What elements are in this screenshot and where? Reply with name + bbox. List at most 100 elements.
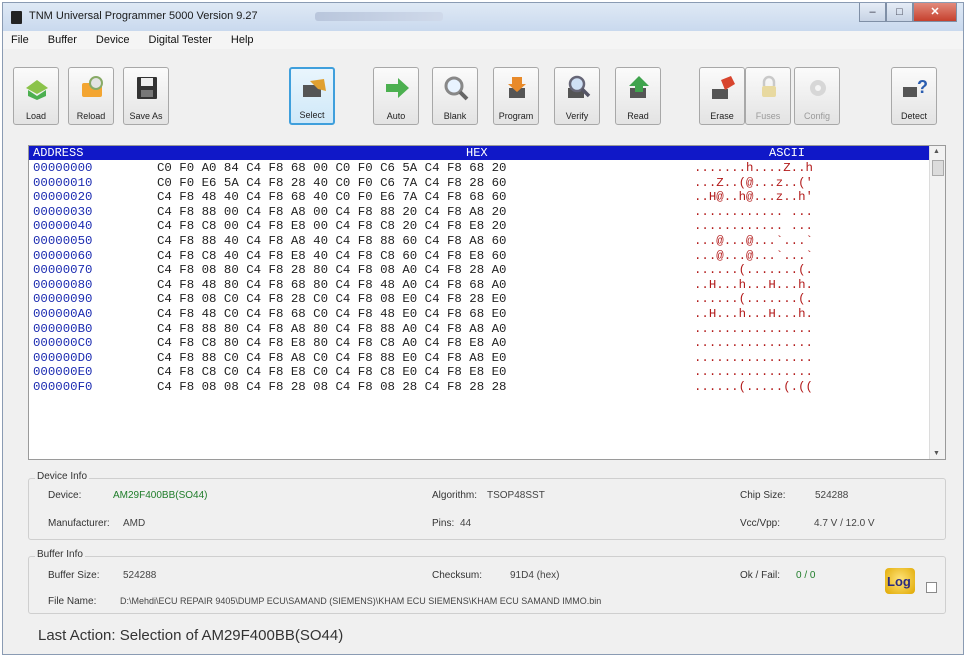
hex-row[interactable]: 00000010 C0 F0 E6 5A C4 F8 28 40 C0 F0 C6… (29, 176, 931, 191)
hex-row-bytes[interactable]: C4 F8 48 40 C4 F8 68 40 C0 F0 E6 7A C4 F… (157, 190, 506, 205)
hex-row-bytes[interactable]: C0 F0 A0 84 C4 F8 68 00 C0 F0 C6 5A C4 F… (157, 161, 506, 176)
vertical-scrollbar[interactable]: ▲ ▼ (929, 146, 945, 459)
close-button[interactable]: ✕ (913, 3, 957, 22)
hex-row-bytes[interactable]: C4 F8 08 08 C4 F8 28 08 C4 F8 08 28 C4 F… (157, 380, 506, 395)
hex-row-ascii[interactable]: ..H...h...H...h. (694, 278, 813, 293)
hex-row[interactable]: 00000050 C4 F8 88 40 C4 F8 A8 40 C4 F8 88… (29, 234, 931, 249)
read-button[interactable]: Read (615, 67, 661, 125)
hex-row-address: 000000B0 (33, 321, 93, 336)
hex-row-bytes[interactable]: C4 F8 C8 00 C4 F8 E8 00 C4 F8 C8 20 C4 F… (157, 219, 506, 234)
save-as-label: Save As (129, 111, 163, 121)
hex-rows: 00000000 C0 F0 A0 84 C4 F8 68 00 C0 F0 C6… (29, 161, 931, 395)
window-title: TNM Universal Programmer 5000 Version 9.… (29, 10, 258, 22)
hex-row-bytes[interactable]: C4 F8 08 80 C4 F8 28 80 C4 F8 08 A0 C4 F… (157, 263, 506, 278)
hex-row[interactable]: 000000D0 C4 F8 88 C0 C4 F8 A8 C0 C4 F8 88… (29, 351, 931, 366)
toolbar: Load Reload Save As Select Auto Blank Pr… (13, 55, 953, 135)
hex-row-ascii[interactable]: ......(.......(. (694, 263, 813, 278)
hex-row[interactable]: 00000040 C4 F8 C8 00 C4 F8 E8 00 C4 F8 C8… (29, 219, 931, 234)
device-value: AM29F400BB(SO44) (113, 490, 208, 501)
scroll-thumb[interactable] (932, 160, 944, 176)
program-label: Program (498, 111, 534, 121)
scroll-down-icon[interactable]: ▼ (933, 450, 940, 457)
hex-row-bytes[interactable]: C4 F8 C8 80 C4 F8 E8 80 C4 F8 C8 A0 C4 F… (157, 336, 506, 351)
detect-button[interactable]: ? Detect (891, 67, 937, 125)
hex-row-ascii[interactable]: ............ ... (694, 219, 813, 234)
last-action-text: Selection of AM29F400BB(SO44) (119, 627, 344, 644)
blank-button[interactable]: Blank (432, 67, 478, 125)
hex-editor[interactable]: ADDRESS HEX ASCII 00000000 C0 F0 A0 84 C4… (28, 145, 946, 460)
hex-row[interactable]: 00000030 C4 F8 88 00 C4 F8 A8 00 C4 F8 88… (29, 205, 931, 220)
config-button[interactable]: Config (794, 67, 840, 125)
load-button[interactable]: Load (13, 67, 59, 125)
erase-label: Erase (710, 111, 734, 121)
detect-icon: ? (903, 77, 928, 97)
pins-value: 44 (460, 518, 472, 529)
address-column-header: ADDRESS (33, 146, 84, 160)
hex-row[interactable]: 00000020 C4 F8 48 40 C4 F8 68 40 C0 F0 E6… (29, 190, 931, 205)
menu-digital-tester[interactable]: Digital Tester (141, 34, 223, 46)
hex-row[interactable]: 000000E0 C4 F8 C8 C0 C4 F8 E8 C0 C4 F8 C8… (29, 365, 931, 380)
hex-row-bytes[interactable]: C4 F8 C8 40 C4 F8 E8 40 C4 F8 C8 60 C4 F… (157, 249, 506, 264)
hex-row-ascii[interactable]: ................ (694, 322, 813, 337)
hex-row-ascii[interactable]: ................ (694, 365, 813, 380)
hex-row[interactable]: 00000060 C4 F8 C8 40 C4 F8 E8 40 C4 F8 C8… (29, 249, 931, 264)
hex-row-ascii[interactable]: ...@...@...`...` (694, 234, 813, 249)
minimize-button[interactable]: – (859, 3, 886, 22)
hex-row-bytes[interactable]: C4 F8 48 C0 C4 F8 68 C0 C4 F8 48 E0 C4 F… (157, 307, 506, 322)
hex-row[interactable]: 000000C0 C4 F8 C8 80 C4 F8 E8 80 C4 F8 C8… (29, 336, 931, 351)
pins-field-label: Pins: (432, 518, 455, 529)
menu-device[interactable]: Device (88, 34, 141, 46)
auto-label: Auto (386, 111, 406, 121)
hex-row-ascii[interactable]: ...Z..(@...z..(' (694, 176, 813, 191)
hex-row-bytes[interactable]: C0 F0 E6 5A C4 F8 28 40 C0 F0 C6 7A C4 F… (157, 176, 506, 191)
hex-row-bytes[interactable]: C4 F8 C8 C0 C4 F8 E8 C0 C4 F8 C8 E0 C4 F… (157, 365, 506, 380)
hex-row-bytes[interactable]: C4 F8 88 C0 C4 F8 A8 C0 C4 F8 88 E0 C4 F… (157, 351, 506, 366)
menu-file[interactable]: File (3, 34, 40, 46)
save-as-button[interactable]: Save As (123, 67, 169, 125)
maximize-button[interactable]: □ (886, 3, 913, 22)
scroll-up-icon[interactable]: ▲ (933, 148, 940, 155)
vcc-value: 4.7 V / 12.0 V (814, 518, 875, 529)
hex-row-bytes[interactable]: C4 F8 48 80 C4 F8 68 80 C4 F8 48 A0 C4 F… (157, 278, 506, 293)
select-button[interactable]: Select (289, 67, 335, 125)
verify-button[interactable]: Verify (554, 67, 600, 125)
hex-row-ascii[interactable]: ......(.....(.(( (694, 380, 813, 395)
magnifier-icon (444, 76, 469, 101)
erase-button[interactable]: Erase (699, 67, 745, 125)
hex-row[interactable]: 00000070 C4 F8 08 80 C4 F8 28 80 C4 F8 08… (29, 263, 931, 278)
hex-row[interactable]: 000000B0 C4 F8 88 80 C4 F8 A8 80 C4 F8 88… (29, 322, 931, 337)
auto-button[interactable]: Auto (373, 67, 419, 125)
hex-row[interactable]: 000000A0 C4 F8 48 C0 C4 F8 68 C0 C4 F8 48… (29, 307, 931, 322)
last-action-status: Last Action: Selection of AM29F400BB(SO4… (38, 627, 343, 644)
hex-row-bytes[interactable]: C4 F8 88 80 C4 F8 A8 80 C4 F8 88 A0 C4 F… (157, 322, 506, 337)
log-checkbox[interactable] (926, 582, 937, 593)
hex-row-ascii[interactable]: ...@...@...`...` (694, 249, 813, 264)
fuses-button[interactable]: Fuses (745, 67, 791, 125)
hex-row-ascii[interactable]: ..H...h...H...h. (694, 307, 813, 322)
device-info-group: Device Info (28, 471, 946, 540)
lock-icon (762, 75, 776, 97)
hex-row[interactable]: 00000090 C4 F8 08 C0 C4 F8 28 C0 C4 F8 08… (29, 292, 931, 307)
reload-button[interactable]: Reload (68, 67, 114, 125)
hex-row-ascii[interactable]: ................ (694, 336, 813, 351)
algorithm-value: TSOP48SST (487, 490, 545, 501)
hex-row-bytes[interactable]: C4 F8 88 00 C4 F8 A8 00 C4 F8 88 20 C4 F… (157, 205, 506, 220)
program-button[interactable]: Program (493, 67, 539, 125)
hex-row-ascii[interactable]: ............ ... (694, 205, 813, 220)
log-button[interactable]: Log (885, 568, 919, 598)
hex-row[interactable]: 00000000 C0 F0 A0 84 C4 F8 68 00 C0 F0 C6… (29, 161, 931, 176)
hex-row-ascii[interactable]: ..H@..h@...z..h' (694, 190, 813, 205)
load-icon (26, 80, 48, 100)
hex-row-bytes[interactable]: C4 F8 88 40 C4 F8 A8 40 C4 F8 88 60 C4 F… (157, 234, 506, 249)
hex-row-ascii[interactable]: ......(.......(. (694, 292, 813, 307)
menu-buffer[interactable]: Buffer (40, 34, 88, 46)
menu-help[interactable]: Help (223, 34, 265, 46)
hex-row-bytes[interactable]: C4 F8 08 C0 C4 F8 28 C0 C4 F8 08 E0 C4 F… (157, 292, 506, 307)
hex-row[interactable]: 00000080 C4 F8 48 80 C4 F8 68 80 C4 F8 48… (29, 278, 931, 293)
hex-row-ascii[interactable]: ................ (694, 351, 813, 366)
checksum-value: 91D4 (hex) (510, 570, 560, 581)
okfail-value: 0 / 0 (796, 570, 816, 581)
hex-row-ascii[interactable]: .......h....Z..h (694, 161, 813, 176)
hex-row-address: 00000020 (33, 190, 93, 205)
hex-row[interactable]: 000000F0 C4 F8 08 08 C4 F8 28 08 C4 F8 08… (29, 380, 931, 395)
